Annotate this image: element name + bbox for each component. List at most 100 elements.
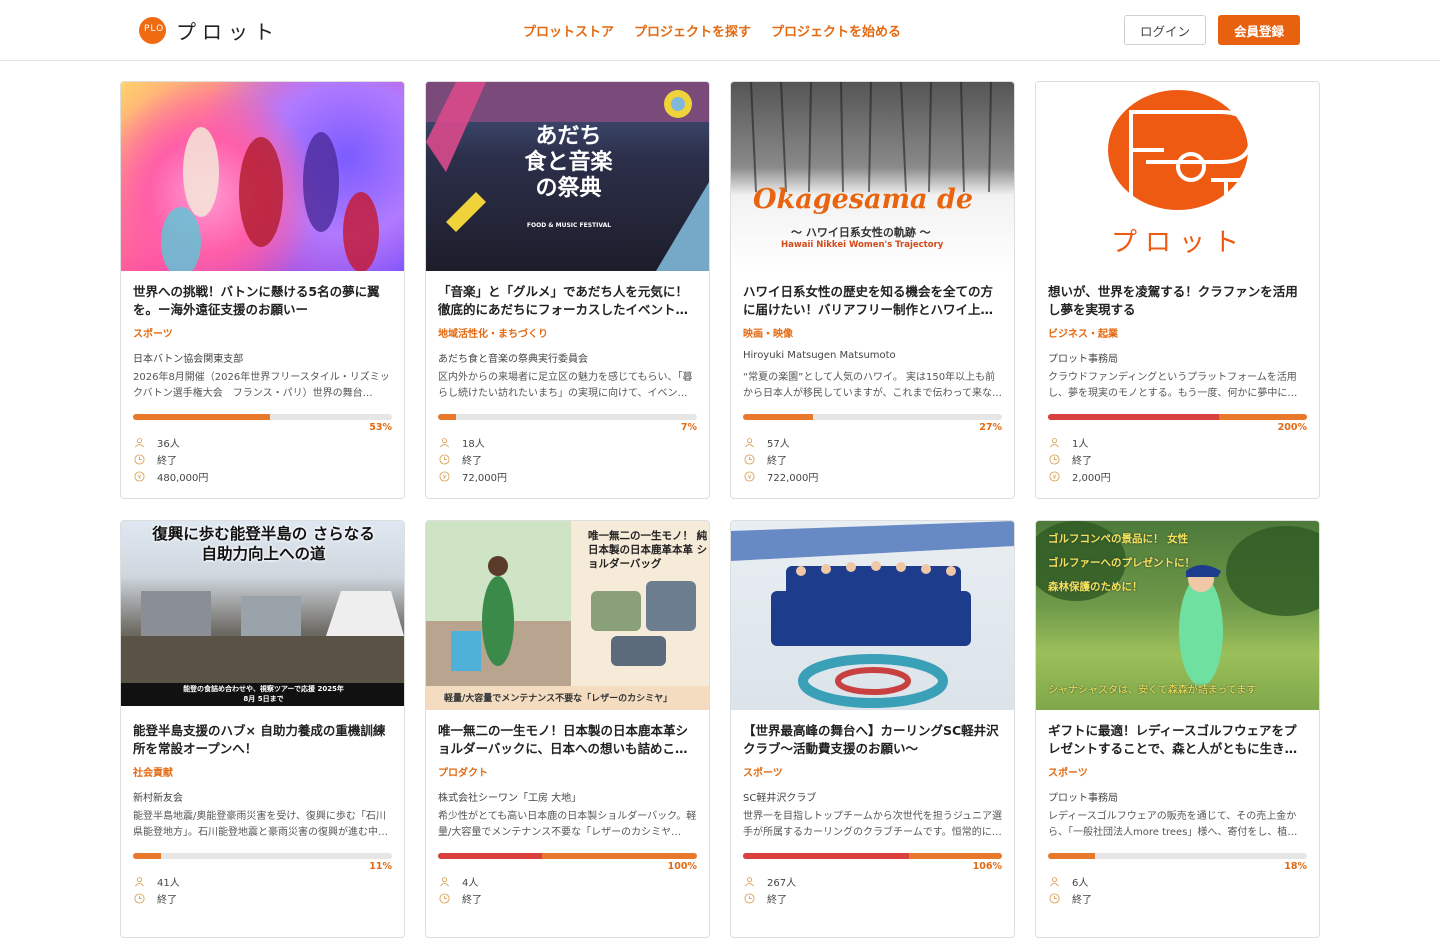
progress-bar — [1048, 414, 1307, 420]
project-description: “常夏の楽園”として人気のハワイ。 実は150年以上も前から日本人が移民していま… — [743, 372, 996, 399]
status-stat: 終了 — [1048, 890, 1307, 907]
project-owner: Hiroyuki Matsugen Matsumoto — [743, 350, 896, 361]
clock-icon — [133, 454, 145, 466]
project-title[interactable]: 【世界最高峰の舞台へ】カーリングSC軽井沢クラブ〜活動費支援のお願い〜 — [743, 722, 1002, 758]
thumbnail-subtitle: FOOD & MUSIC FESTIVAL — [526, 222, 612, 229]
clock-icon — [1048, 893, 1060, 905]
progress-percent: 18% — [1284, 861, 1307, 872]
svg-text:¥: ¥ — [747, 473, 751, 481]
person-icon — [1048, 876, 1060, 888]
progress-bar — [1048, 853, 1307, 859]
amount-stat: ¥72,000円 — [438, 468, 697, 485]
project-title[interactable]: ギフトに最適！レディースゴルフウェアをプレゼントすることで、森と人がともに生きら… — [1048, 722, 1307, 758]
thumbnail-title: ゴルフコンペの景品に！ 女性ゴルファーへのプレゼントに！ 森林保護のために！ — [1048, 533, 1195, 593]
project-card[interactable]: 唯一無二の一生モノ！ 純日本製の日本鹿革本革 ショルダーバッグ 軽量/大容量でメ… — [425, 520, 710, 938]
project-title[interactable]: 「音楽」と「グルメ」であだち人を元気に！徹底的にあだちにフォーカスしたイベント開… — [438, 283, 697, 319]
project-description: 能登半島地震/奥能登豪雨災害を受け、復興に歩む「石川県能登地方」。石川能登地震と… — [133, 811, 388, 838]
project-title[interactable]: ハワイ日系女性の歴史を知る機会を全ての方に届けたい！バリアフリー制作とハワイ上映… — [743, 283, 1002, 319]
thumbnail-subtitle: 〜 ハワイ日系女性の軌跡 〜 — [791, 226, 931, 239]
project-title[interactable]: 能登半島支援のハブ× 自助力養成の重機訓練所を常設オープンへ！ — [133, 722, 392, 758]
project-description: 希少性がとても高い日本鹿の日本製ショルダーバック。軽量/大容量でメンテナンス不要… — [438, 811, 697, 838]
status-stat: 終了 — [438, 451, 697, 468]
project-thumbnail: Okagesama de 〜 ハワイ日系女性の軌跡 〜 Hawaii Nikke… — [731, 82, 1014, 271]
project-category[interactable]: 映画・映像 — [743, 325, 1002, 340]
register-button[interactable]: 会員登録 — [1218, 15, 1300, 45]
svg-text:¥: ¥ — [1052, 473, 1056, 481]
progress-percent: 27% — [979, 422, 1002, 433]
supporters-stat: 57人 — [743, 434, 1002, 451]
status-stat: 終了 — [133, 890, 392, 907]
project-title[interactable]: 想いが、世界を凌駕する！クラファンを活用し夢を実現する — [1048, 283, 1307, 319]
person-icon — [1048, 437, 1060, 449]
project-category[interactable]: ビジネス・起業 — [1048, 325, 1307, 340]
project-description: 2026年8月開催（2026年世界フリースタイル・リズミックバトン選手権大会 フ… — [133, 372, 390, 399]
thumbnail-subtitle-en: Hawaii Nikkei Women's Trajectory — [781, 240, 944, 250]
yen-icon: ¥ — [743, 471, 755, 483]
person-icon — [133, 437, 145, 449]
project-card[interactable]: 【世界最高峰の舞台へ】カーリングSC軽井沢クラブ〜活動費支援のお願い〜 スポーツ… — [730, 520, 1015, 938]
person-icon — [438, 437, 450, 449]
progress-percent: 53% — [369, 422, 392, 433]
project-category[interactable]: スポーツ — [1048, 764, 1307, 779]
project-card[interactable]: 世界への挑戦！バトンに懸ける5名の夢に翼を。ー海外遠征支援のお願いー スポーツ … — [120, 81, 405, 499]
nav-find-projects[interactable]: プロジェクトを探す — [634, 21, 751, 40]
project-category[interactable]: スポーツ — [133, 325, 392, 340]
project-description: レディースゴルフウェアの販売を通じて、その売上金から、「一般社団法人more t… — [1048, 811, 1297, 838]
project-card[interactable]: プロット 想いが、世界を凌駕する！クラファンを活用し夢を実現する ビジネス・起業… — [1035, 81, 1320, 499]
progress-bar — [438, 414, 697, 420]
status-stat: 終了 — [743, 890, 1002, 907]
project-thumbnail — [731, 521, 1014, 710]
project-description: 世界一を目指しトップチームから次世代を担うジュニア選手が所属するカーリングのクラ… — [743, 811, 1002, 838]
project-owner: プロット事務局 — [1048, 354, 1118, 364]
person-icon — [133, 876, 145, 888]
progress-bar — [743, 853, 1002, 859]
project-description: クラウドファンディングというプラットフォームを活用し、夢を現実のモノとする。もう… — [1048, 372, 1298, 399]
project-thumbnail: あだち 食と音楽の祭典 FOOD & MUSIC FESTIVAL — [426, 82, 709, 271]
project-category[interactable]: スポーツ — [743, 764, 1002, 779]
project-card[interactable]: 復興に歩む能登半島の さらなる自助力向上への道 能登の食詰め合わせや、視察ツアー… — [120, 520, 405, 938]
clock-icon — [743, 893, 755, 905]
login-button[interactable]: ログイン — [1124, 15, 1206, 45]
project-owner: あだち食と音楽の祭典実行委員会 — [438, 354, 588, 364]
project-card[interactable]: ゴルフコンペの景品に！ 女性ゴルファーへのプレゼントに！ 森林保護のために！ シ… — [1035, 520, 1320, 938]
nav-plot-store[interactable]: プロットストア — [523, 21, 614, 40]
yen-icon: ¥ — [438, 471, 450, 483]
logo-text: プロット — [176, 19, 280, 44]
project-thumbnail: プロット — [1036, 82, 1319, 271]
clock-icon — [438, 454, 450, 466]
status-stat: 終了 — [1048, 451, 1307, 468]
project-title[interactable]: 唯一無二の一生モノ！日本製の日本鹿本革ショルダーバックに、日本への想いも詰めこん… — [438, 722, 697, 758]
supporters-stat: 267人 — [743, 873, 1002, 890]
progress-bar — [743, 414, 1002, 420]
nav-start-project[interactable]: プロジェクトを始める — [771, 21, 901, 40]
project-category[interactable]: 社会貢献 — [133, 764, 392, 779]
logo-mark-icon: PLOT — [139, 16, 170, 44]
project-card[interactable]: Okagesama de 〜 ハワイ日系女性の軌跡 〜 Hawaii Nikke… — [730, 81, 1015, 499]
project-category[interactable]: 地域活性化・まちづくり — [438, 325, 697, 340]
clock-icon — [1048, 454, 1060, 466]
thumbnail-title: Okagesama de — [753, 184, 973, 215]
site-logo[interactable]: PLOT プロット — [139, 16, 280, 44]
supporters-stat: 1人 — [1048, 434, 1307, 451]
project-owner: プロット事務局 — [1048, 793, 1118, 803]
progress-bar — [133, 853, 392, 859]
yen-icon: ¥ — [133, 471, 145, 483]
clock-icon — [743, 454, 755, 466]
project-owner: 新村新友会 — [133, 793, 183, 803]
project-category[interactable]: プロダクト — [438, 764, 697, 779]
yen-icon: ¥ — [1048, 471, 1060, 483]
svg-text:¥: ¥ — [137, 473, 141, 481]
site-header: PLOT プロット プロットストア プロジェクトを探す プロジェクトを始める ロ… — [0, 0, 1440, 61]
amount-stat: ¥722,000円 — [743, 468, 1002, 485]
status-stat: 終了 — [133, 451, 392, 468]
project-thumbnail: 唯一無二の一生モノ！ 純日本製の日本鹿革本革 ショルダーバッグ 軽量/大容量でメ… — [426, 521, 709, 710]
project-thumbnail: 復興に歩む能登半島の さらなる自助力向上への道 能登の食詰め合わせや、視察ツアー… — [121, 521, 404, 706]
clock-icon — [438, 893, 450, 905]
clock-icon — [133, 893, 145, 905]
project-card[interactable]: あだち 食と音楽の祭典 FOOD & MUSIC FESTIVAL 「音楽」と「… — [425, 81, 710, 499]
amount-stat: ¥480,000円 — [133, 468, 392, 485]
status-stat: 終了 — [743, 451, 1002, 468]
person-icon — [438, 876, 450, 888]
project-title[interactable]: 世界への挑戦！バトンに懸ける5名の夢に翼を。ー海外遠征支援のお願いー — [133, 283, 392, 319]
project-description: 区内外からの来場者に足立区の魅力を感じてもらい、「暮らし続けたい訪れたいまち」の… — [438, 372, 693, 399]
